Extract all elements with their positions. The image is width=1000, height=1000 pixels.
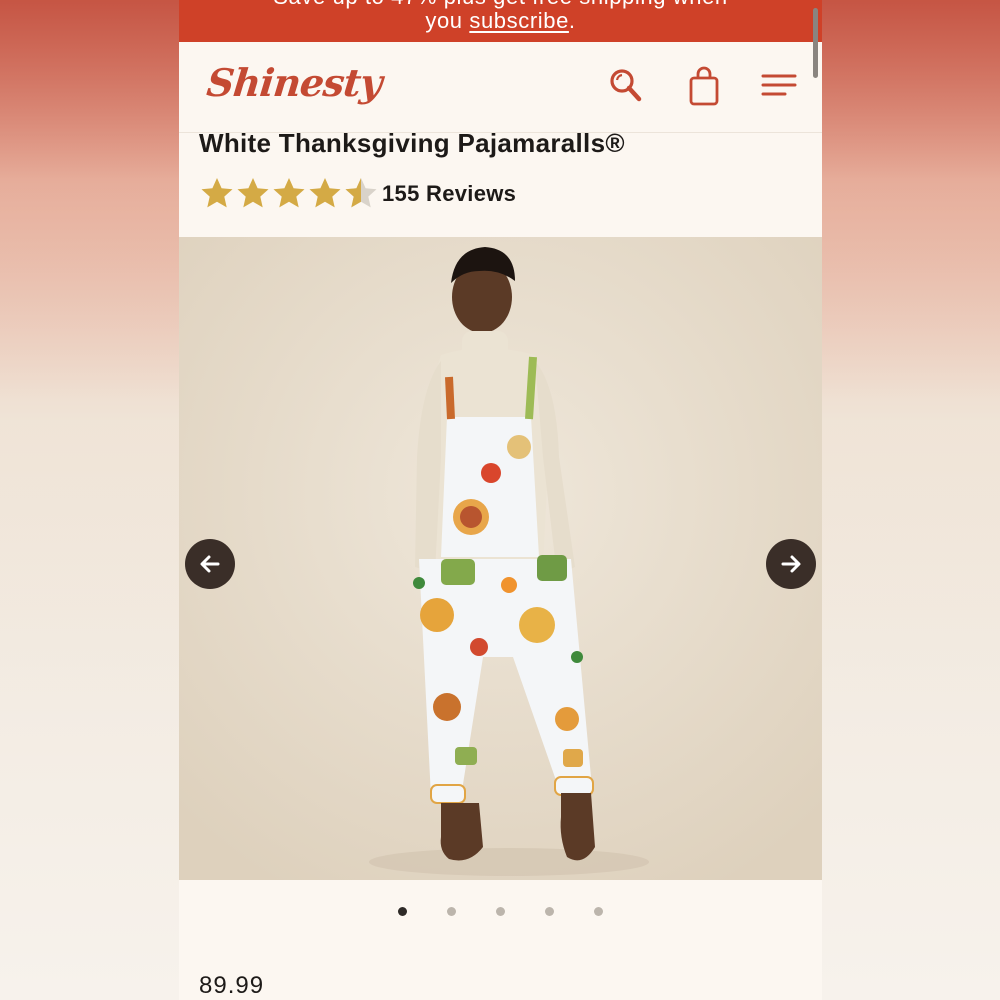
- gallery-pagination: [179, 907, 822, 919]
- product-gallery[interactable]: [179, 237, 822, 880]
- gallery-dot[interactable]: [496, 907, 505, 916]
- star-icon: [201, 178, 233, 208]
- previous-image-button[interactable]: [185, 539, 235, 589]
- promo-banner: Save up to 47% plus get free shipping wh…: [179, 0, 822, 42]
- gallery-dot[interactable]: [447, 907, 456, 916]
- background-right: [821, 0, 1000, 1000]
- product-photo: [179, 237, 822, 880]
- search-icon[interactable]: [607, 66, 647, 106]
- background-left: [0, 0, 179, 1000]
- arrow-left-icon: [200, 555, 220, 573]
- shopping-bag-icon[interactable]: [685, 66, 725, 106]
- promo-suffix: .: [568, 8, 576, 33]
- mobile-page: Save up to 47% plus get free shipping wh…: [179, 0, 822, 1000]
- scrollbar[interactable]: [813, 8, 818, 78]
- product-price: 89.99: [199, 972, 265, 999]
- subscribe-link[interactable]: subscribe: [469, 8, 569, 33]
- gallery-dot[interactable]: [545, 907, 554, 916]
- half-star-icon: [345, 178, 377, 208]
- gallery-dot[interactable]: [398, 907, 407, 916]
- promo-text-line2: you subscribe.: [179, 8, 822, 34]
- shinesty-logo[interactable]: Shinesty: [205, 60, 384, 105]
- rating-stars: [201, 178, 377, 208]
- promo-prefix: you: [425, 8, 470, 33]
- gallery-dot[interactable]: [594, 907, 603, 916]
- hamburger-menu-icon[interactable]: [759, 66, 799, 106]
- star-icon: [309, 178, 341, 208]
- next-image-button[interactable]: [766, 539, 816, 589]
- star-icon: [237, 178, 269, 208]
- product-title: White Thanksgiving Pajamaralls®: [199, 128, 625, 158]
- arrow-right-icon: [781, 555, 801, 573]
- star-icon: [273, 178, 305, 208]
- site-header: Shinesty: [179, 42, 822, 133]
- reviews-count[interactable]: 155 Reviews: [382, 181, 516, 207]
